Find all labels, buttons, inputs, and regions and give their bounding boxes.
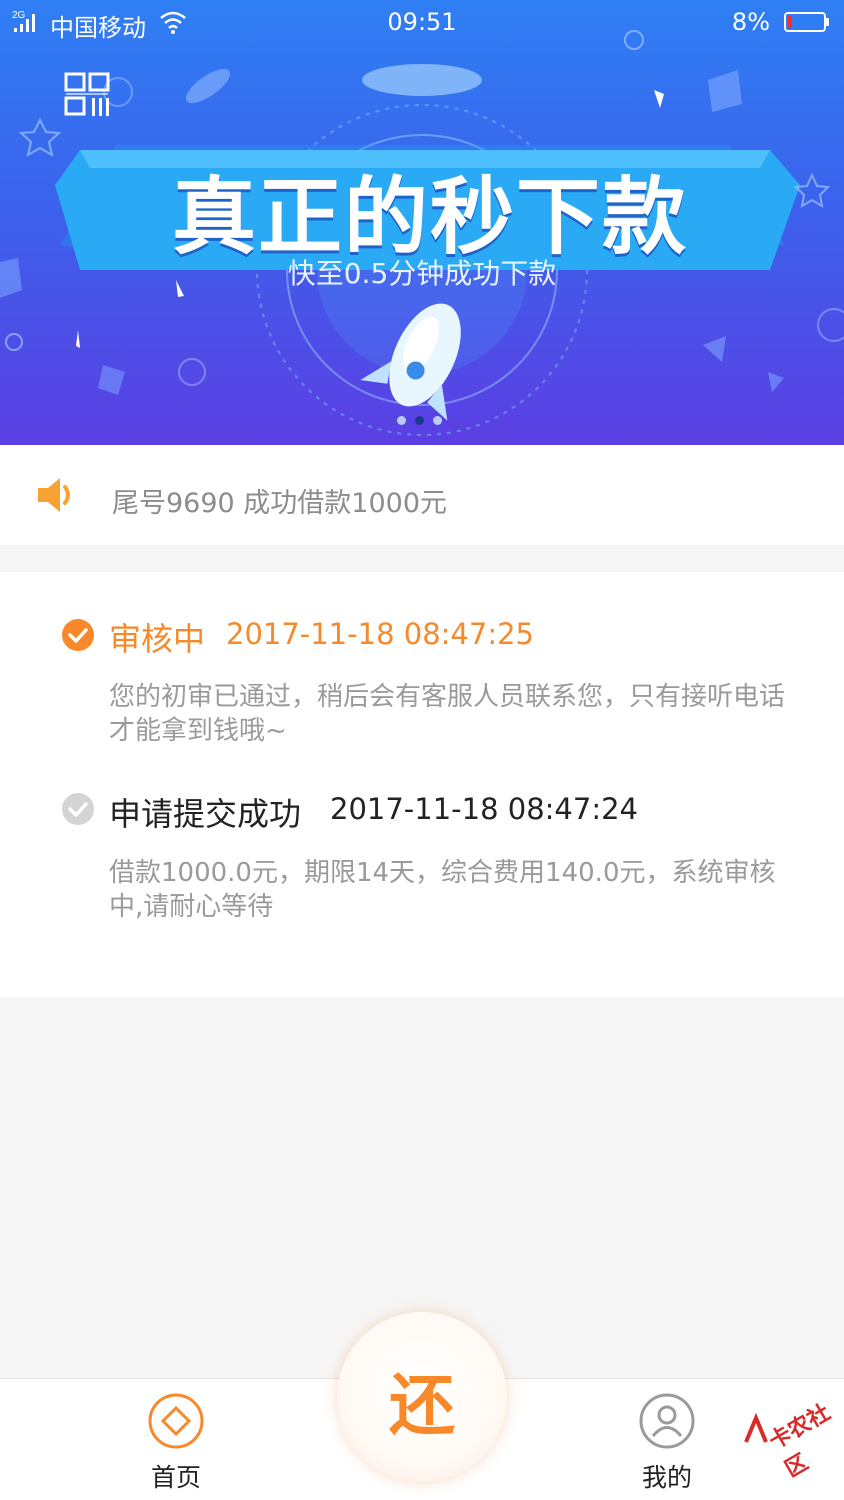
qr-code-icon[interactable] [64, 72, 112, 118]
user-icon[interactable] [638, 1392, 696, 1450]
nav-mine-label[interactable]: 我的 [617, 1458, 717, 1494]
notice-text: 尾号9690 成功借款1000元 [112, 488, 448, 519]
step-time-reviewing: 2017-11-18 08:47:25 [226, 617, 534, 651]
banner-subtitle: 快至0.5分钟成功下款 [287, 257, 557, 290]
carousel-indicator [397, 410, 451, 429]
nav-home-label[interactable]: 首页 [126, 1458, 226, 1494]
check-circle-icon [62, 793, 94, 825]
repay-button[interactable]: 还 [337, 1312, 507, 1482]
carousel-dot [397, 416, 406, 425]
speaker-icon [38, 478, 70, 512]
check-circle-icon [62, 619, 94, 651]
step-desc-submitted: 借款1000.0元，期限14天，综合费用140.0元，系统审核中,请耐心等待 [109, 858, 776, 922]
step-desc-reviewing: 您的初审已通过，稍后会有客服人员联系您，只有接听电话才能拿到钱哦~ [109, 682, 786, 746]
step-title-submitted: 申请提交成功 [109, 795, 302, 833]
status-bar: 2G 中国移动 09:51 8% [0, 0, 844, 46]
repay-button-label: 还 [389, 1367, 455, 1444]
battery-icon [784, 12, 829, 32]
step-title-reviewing: 审核中 [109, 620, 206, 658]
battery-percent: 8% [731, 8, 770, 36]
promo-banner[interactable]: 2G 中国移动 09:51 8% 真正的秒下款 快至0.5分钟成功下款 [0, 0, 844, 445]
carousel-dot [433, 416, 442, 425]
carousel-dot-active [415, 416, 424, 425]
step-time-submitted: 2017-11-18 08:47:24 [330, 792, 638, 826]
home-diamond-icon[interactable] [147, 1392, 205, 1450]
clock: 09:51 [387, 8, 457, 36]
